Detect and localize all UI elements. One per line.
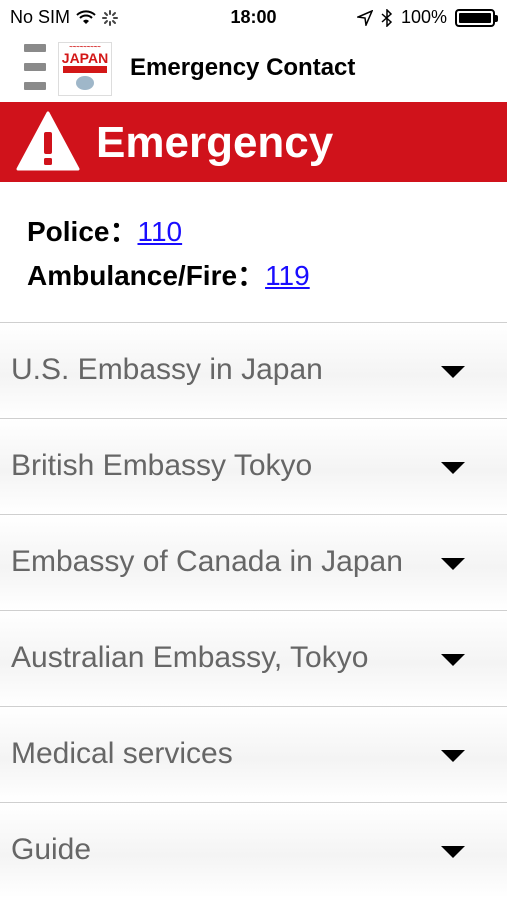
contact-accordion: U.S. Embassy in Japan British Embassy To… — [0, 322, 507, 898]
police-contact: Police：110 — [27, 210, 182, 250]
location-arrow-icon — [356, 9, 373, 26]
ambulance-fire-number-link[interactable]: 119 — [265, 260, 310, 291]
accordion-item-us-embassy[interactable]: U.S. Embassy in Japan — [0, 322, 507, 418]
accordion-item-british-embassy[interactable]: British Embassy Tokyo — [0, 418, 507, 514]
emergency-numbers: Police：110 Ambulance/Fire：119 — [0, 182, 507, 322]
accordion-item-label: Medical services — [11, 737, 233, 770]
accordion-item-label: Embassy of Canada in Japan — [11, 545, 403, 578]
accordion-item-australian-embassy[interactable]: Australian Embassy, Tokyo — [0, 610, 507, 706]
menu-icon[interactable] — [24, 44, 46, 90]
battery-icon — [455, 8, 498, 27]
police-number-link[interactable]: 110 — [137, 216, 182, 247]
battery-percent: 100% — [400, 7, 447, 27]
logo-text: JAPAN — [61, 50, 109, 66]
ambulance-fire-contact: Ambulance/Fire：119 — [27, 254, 310, 294]
chevron-down-icon — [441, 366, 465, 378]
accordion-item-label: Guide — [11, 833, 92, 866]
chevron-down-icon — [441, 654, 465, 666]
accordion-item-label: British Embassy Tokyo — [11, 449, 313, 482]
app-logo: ~~~~~~~~~ JAPAN — [58, 42, 112, 96]
chevron-down-icon — [441, 846, 465, 858]
bluetooth-icon — [381, 8, 393, 27]
accordion-item-label: U.S. Embassy in Japan — [11, 353, 323, 386]
banner-title: Emergency — [96, 118, 334, 167]
chevron-down-icon — [441, 750, 465, 762]
accordion-item-guide[interactable]: Guide — [0, 802, 507, 898]
police-label: Police： — [27, 216, 138, 247]
status-bar: No SIM 18:00 100% — [0, 0, 507, 36]
accordion-item-canada-embassy[interactable]: Embassy of Canada in Japan — [0, 514, 507, 610]
ambulance-fire-label: Ambulance/Fire： — [27, 260, 266, 291]
chevron-down-icon — [441, 462, 465, 474]
app-header: ~~~~~~~~~ JAPAN Emergency Contact — [0, 36, 507, 102]
status-right: 100% — [356, 7, 498, 28]
warning-icon — [16, 111, 80, 171]
accordion-item-medical-services[interactable]: Medical services — [0, 706, 507, 802]
chevron-down-icon — [441, 558, 465, 570]
accordion-item-label: Australian Embassy, Tokyo — [11, 641, 369, 674]
page-title: Emergency Contact — [130, 54, 356, 81]
emergency-banner: Emergency — [0, 102, 507, 182]
